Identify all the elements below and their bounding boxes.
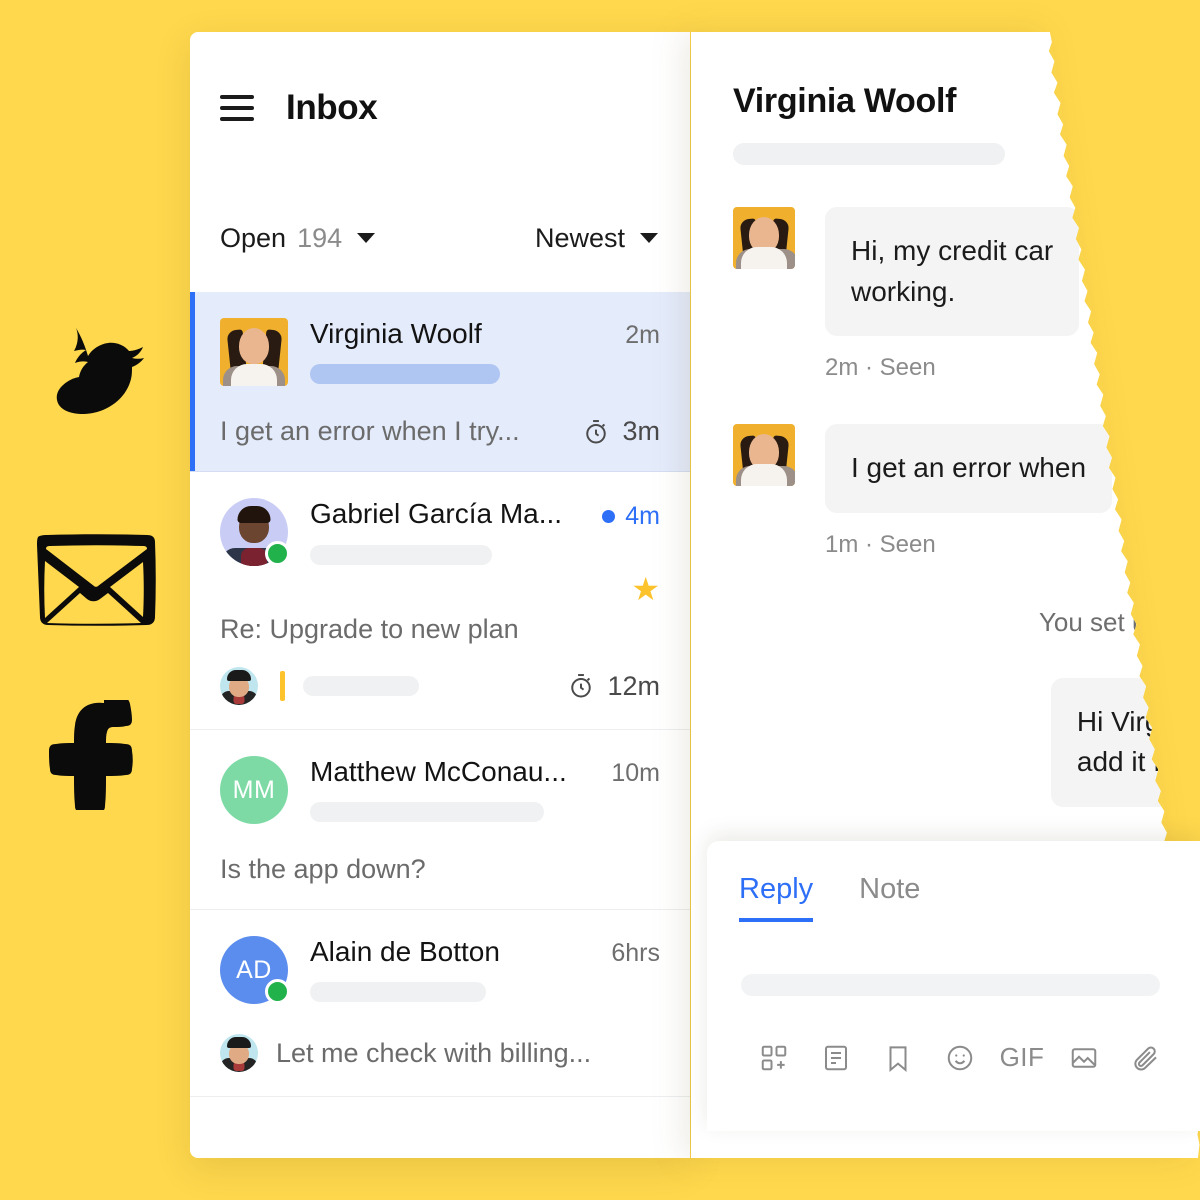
avatar-photo-virginia <box>220 318 288 386</box>
message-line-2: working. <box>851 275 956 307</box>
sort-filter[interactable]: Newest <box>535 223 658 254</box>
sla-indicator: 12m <box>567 671 660 702</box>
inbox-filters: Open 194 Newest <box>190 184 690 292</box>
message-line-1: I get an error when <box>851 452 1087 484</box>
online-status-dot <box>265 541 290 566</box>
attachment-icon[interactable] <box>1115 1043 1177 1073</box>
conversation-row-matthew-mcconaughey[interactable]: MM Matthew McConau... 10m Is the app dow… <box>190 730 690 910</box>
conversation-subject-placeholder <box>310 982 486 1002</box>
message-bubble: Hi Virginia add it for <box>1050 677 1200 807</box>
conversation-subject-placeholder <box>310 545 492 565</box>
tab-note[interactable]: Note <box>859 873 920 918</box>
emoji-icon[interactable] <box>929 1043 991 1073</box>
message-avatar <box>733 207 795 269</box>
message-bubble: Hi, my credit car working. <box>825 207 1080 337</box>
conversation-preview: Re: Upgrade to new plan <box>220 614 519 644</box>
sla-time: 3m <box>622 416 660 446</box>
envelope-icon <box>37 534 156 626</box>
status-filter-count: 194 <box>297 222 343 253</box>
gif-icon[interactable]: GIF <box>991 1042 1053 1073</box>
composer-tabs: Reply Note <box>707 841 1200 922</box>
message-avatar <box>733 424 795 487</box>
star-row: ★ <box>220 572 660 606</box>
status-filter[interactable]: Open 194 <box>220 222 376 254</box>
draft-marker <box>280 671 285 701</box>
message-incoming-2: I get an error when 1m · Seen <box>691 424 1199 559</box>
inbox-header: Inbox <box>190 32 690 184</box>
inbox-list-panel: Inbox Open 194 Newest Virginia Woolf 2m … <box>190 32 690 1158</box>
chevron-down-icon <box>640 233 658 243</box>
sla-indicator: 3m <box>566 416 660 447</box>
conversation-time: 6hrs <box>611 939 660 967</box>
status-filter-label: Open <box>220 222 287 253</box>
facebook-icon <box>49 700 133 810</box>
avatar <box>220 498 290 566</box>
tab-reply[interactable]: Reply <box>739 873 814 922</box>
conversation-row-virginia-woolf[interactable]: Virginia Woolf 2m I get an error when I … <box>190 292 690 472</box>
system-event-row: You set urge <box>691 606 1199 638</box>
composer-toolbar: GIF <box>707 996 1200 1073</box>
conversation-time: 4m <box>625 502 660 530</box>
conversation-name: Virginia Woolf <box>310 318 482 349</box>
message-meta: 2m · Seen <box>825 354 936 382</box>
gif-label: GIF <box>999 1042 1045 1072</box>
bookmark-icon[interactable] <box>867 1043 929 1073</box>
conversation-subtitle-placeholder <box>733 143 1005 165</box>
conversation-row-gabriel-garcia[interactable]: Gabriel García Ma... 4m ★ Re: Upgrade to… <box>190 472 690 730</box>
image-icon[interactable] <box>1053 1043 1115 1073</box>
conversation-header: Virginia Woolf <box>691 32 1199 165</box>
sla-time: 12m <box>607 670 660 701</box>
stopwatch-icon <box>586 419 607 443</box>
stopwatch-icon <box>571 674 592 698</box>
draft-placeholder <box>303 676 419 696</box>
agent-avatar <box>220 1034 258 1072</box>
star-icon[interactable]: ★ <box>631 573 660 605</box>
conversation-subject-placeholder <box>310 364 500 384</box>
bird-icon <box>56 328 144 414</box>
conversation-name: Matthew McConau... <box>310 756 567 787</box>
conversation-row-alain-de-botton[interactable]: AD Alain de Botton 6hrs Let me check wit… <box>190 910 690 1097</box>
message-outgoing: Hi Virginia add it for <box>691 677 1200 807</box>
avatar-initials: MM <box>220 756 288 824</box>
conversation-preview: Let me check with billing... <box>276 1037 592 1068</box>
decorative-icons <box>0 0 190 1200</box>
conversation-draft-row: 12m <box>220 667 660 705</box>
avatar: AD <box>220 936 290 1004</box>
reply-input[interactable] <box>741 974 1160 996</box>
conversation-subject-placeholder <box>310 802 544 822</box>
conversation-preview: Is the app down? <box>220 854 426 884</box>
online-status-dot <box>265 979 290 1004</box>
reply-composer: Reply Note GIF <box>707 841 1200 1131</box>
system-event-text: You set urge <box>1038 606 1184 637</box>
chevron-down-icon <box>357 233 376 243</box>
message-line-1: Hi, my credit car <box>851 235 1054 266</box>
avatar: MM <box>220 756 288 824</box>
message-incoming-1: Hi, my credit car working. 2m · Seen <box>691 207 1199 382</box>
screenshot-root: Inbox Open 194 Newest Virginia Woolf 2m … <box>0 0 1200 1200</box>
message-bubble: I get an error when <box>825 424 1113 513</box>
message-line-2: add it for <box>1076 746 1186 778</box>
conversation-name: Alain de Botton <box>310 936 500 967</box>
article-icon[interactable] <box>805 1043 867 1073</box>
conversation-name: Gabriel García Ma... <box>310 498 563 529</box>
message-line-1: Hi Virginia <box>1076 705 1200 737</box>
conversation-time: 2m <box>625 321 660 349</box>
hamburger-icon[interactable] <box>220 95 254 121</box>
page-title: Inbox <box>286 88 378 127</box>
avatar <box>220 318 288 386</box>
conversation-time: 10m <box>611 759 660 787</box>
unread-dot-icon <box>602 510 616 523</box>
message-meta: 1m · Seen <box>825 530 936 558</box>
agent-avatar <box>220 667 258 705</box>
sort-filter-label: Newest <box>534 222 625 253</box>
apps-icon[interactable] <box>743 1043 805 1073</box>
conversation-preview: I get an error when I try... <box>220 416 520 446</box>
conversation-title: Virginia Woolf <box>733 82 957 120</box>
